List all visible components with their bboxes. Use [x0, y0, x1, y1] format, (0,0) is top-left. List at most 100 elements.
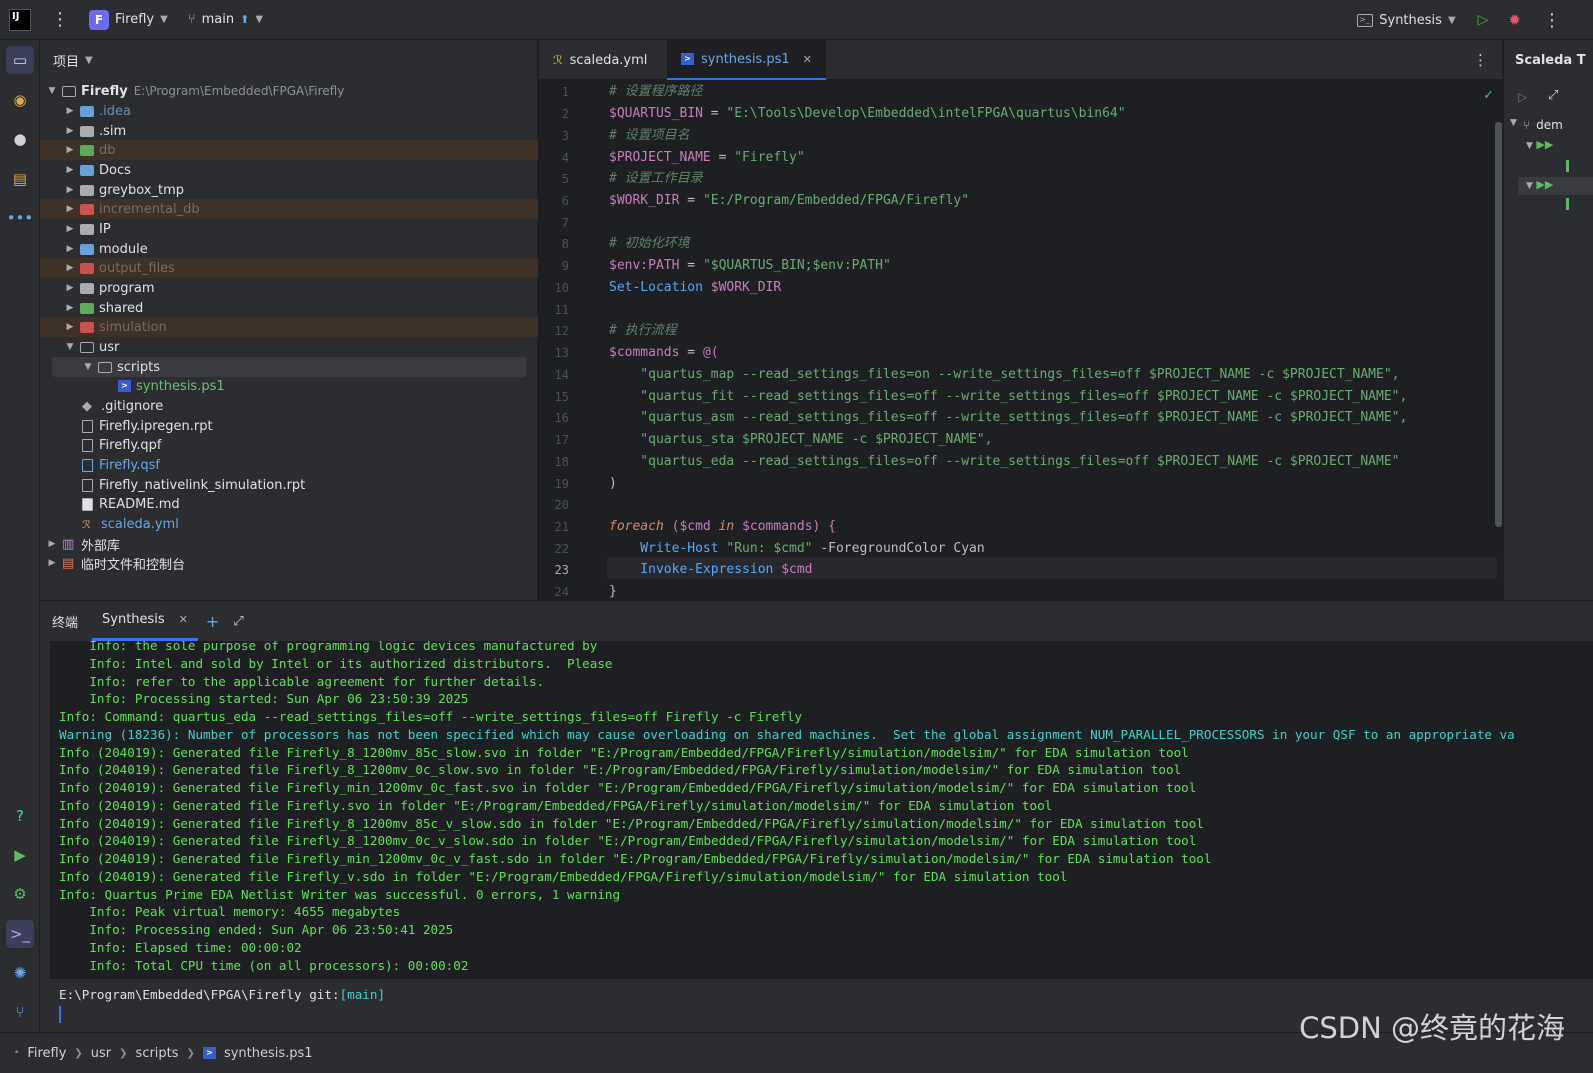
ide-logo-icon[interactable]: IJ: [9, 8, 31, 31]
folder-icon: [80, 144, 94, 156]
chevron-right-icon[interactable]: ▶: [64, 145, 76, 155]
tree-item-docs[interactable]: ▶ Docs: [40, 160, 538, 180]
terminal-line: Info: Processing ended: Sun Apr 06 23:50…: [59, 922, 454, 937]
chevron-down-icon[interactable]: ▼: [46, 86, 58, 96]
help-icon[interactable]: ?: [6, 802, 34, 830]
tree-item-module[interactable]: ▶ module: [40, 239, 538, 259]
project-panel-header[interactable]: 项目 ▼: [40, 40, 537, 80]
no-problems-check-icon[interactable]: ✓: [1483, 88, 1494, 103]
run-task-icon[interactable]: ▷: [1518, 90, 1527, 104]
tab-scaleda-yml[interactable]: ℛ scaleda.yml: [539, 40, 667, 80]
debug-icon[interactable]: ✹: [1508, 11, 1521, 29]
chevron-right-icon[interactable]: ▶: [64, 165, 76, 175]
chevron-down-icon[interactable]: ▼: [82, 362, 94, 372]
tree-item-qsf[interactable]: Firefly.qsf: [40, 455, 538, 475]
tree-item-readme[interactable]: README.md: [40, 494, 538, 514]
tree-item-scratches[interactable]: ▶ ▤ 临时文件和控制台: [40, 553, 538, 573]
push-arrow-icon: ⬆: [240, 13, 250, 26]
tree-item-sim[interactable]: ▶ .sim: [40, 121, 538, 141]
terminal-line: Info: Quartus Prime EDA Netlist Writer w…: [59, 886, 621, 902]
folder-icon: [80, 282, 94, 294]
chevron-right-icon[interactable]: ▶: [64, 283, 76, 293]
chevron-right-icon[interactable]: ▶: [64, 126, 76, 136]
more-tools-icon[interactable]: •••: [6, 204, 34, 232]
tab-synthesis-ps1[interactable]: > synthesis.ps1 ✕: [667, 40, 826, 80]
code-area[interactable]: # 设置程序路径 $QUARTUS_BIN = "E:\Tools\Develo…: [609, 80, 1489, 600]
tree-item-external-libs[interactable]: ▶ ▥ 外部库: [40, 534, 538, 554]
line-number: 19: [554, 477, 569, 491]
text-file-icon: [82, 478, 93, 492]
code-line: ): [609, 476, 617, 491]
tabs-more-icon[interactable]: ⋮: [1473, 51, 1488, 69]
settings-gear-icon[interactable]: ⚙: [6, 880, 34, 908]
terminal-line: Info (204019): Generated file Firefly_8_…: [59, 815, 1204, 831]
tree-item-ipregen-rpt[interactable]: Firefly.ipregen.rpt: [40, 416, 538, 436]
chevron-right-icon[interactable]: ▶: [64, 303, 76, 313]
chevron-right-icon[interactable]: ▶: [64, 263, 76, 273]
tree-item-shared[interactable]: ▶ shared: [40, 298, 538, 318]
editor-scrollbar[interactable]: [1495, 122, 1502, 527]
scaleda-task-2[interactable]: ▼ ▶▶: [1526, 178, 1553, 191]
tree-root[interactable]: ▼ Firefly E:\Program\Embedded\FPGA\Firef…: [40, 81, 538, 101]
tree-item-gitignore[interactable]: ◆ .gitignore: [40, 396, 538, 416]
tree-item-scripts[interactable]: ▼ scripts: [52, 357, 526, 377]
chevron-right-icon[interactable]: ▶: [64, 185, 76, 195]
close-icon[interactable]: ✕: [179, 613, 188, 626]
breadcrumb-item[interactable]: scripts: [136, 1046, 179, 1061]
run-icon[interactable]: ▷: [1478, 12, 1489, 28]
chevron-right-icon[interactable]: ▶: [64, 322, 76, 332]
breadcrumb-item[interactable]: usr: [91, 1046, 111, 1061]
problems-tool-icon[interactable]: ✺: [6, 959, 34, 987]
chevron-right-icon[interactable]: ▶: [64, 244, 76, 254]
breadcrumb-item[interactable]: Firefly: [27, 1046, 66, 1061]
tree-item-greybox[interactable]: ▶ greybox_tmp: [40, 180, 538, 200]
tree-item-synthesis-ps1[interactable]: > synthesis.ps1: [40, 376, 538, 396]
tree-item-qpf[interactable]: Firefly.qpf: [40, 435, 538, 455]
tree-item-idea[interactable]: ▶ .idea: [40, 101, 538, 121]
terminal-title: 终端: [52, 615, 79, 631]
run-config-selector[interactable]: >_ Synthesis ▼: [1357, 13, 1456, 28]
chevron-right-icon[interactable]: ▶: [64, 224, 76, 234]
github-icon[interactable]: ●: [6, 125, 34, 153]
chevron-right-icon[interactable]: ▶: [64, 106, 76, 116]
project-name: Firefly: [115, 12, 155, 27]
expand-icon[interactable]: ⤢: [1548, 88, 1558, 103]
chevron-right-icon[interactable]: ▶: [64, 204, 76, 214]
tree-item-db[interactable]: ▶ db: [40, 140, 538, 160]
terminal-tool-icon[interactable]: >_: [6, 920, 34, 948]
project-switcher[interactable]: F Firefly ▼: [89, 9, 168, 30]
more-actions-icon[interactable]: ⋮: [1543, 10, 1561, 31]
chevron-right-icon[interactable]: ▶: [46, 539, 58, 549]
tree-item-scaleda-yml[interactable]: ℛ scaleda.yml: [40, 514, 538, 534]
git-tool-icon[interactable]: ⑂: [6, 998, 34, 1026]
tree-item-ip[interactable]: ▶ IP: [40, 219, 538, 239]
tree-item-nativelink-rpt[interactable]: Firefly_nativelink_simulation.rpt: [40, 475, 538, 495]
scaleda-tree-root[interactable]: ▼ ⑂ dem: [1510, 118, 1563, 132]
tree-item-incremental-db[interactable]: ▶ incremental_db: [40, 199, 538, 219]
git-branch-icon: ⑂: [187, 12, 196, 27]
tree-item-usr[interactable]: ▼ usr: [40, 337, 538, 357]
main-menu-icon[interactable]: ⋮: [51, 10, 69, 29]
code-line: # 设置工作目录: [609, 171, 703, 186]
scaleda-task-1[interactable]: ▼ ▶▶: [1526, 138, 1553, 151]
chevron-right-icon[interactable]: ▶: [46, 558, 58, 568]
commit-tool-icon[interactable]: ◉: [6, 86, 34, 114]
project-tool-icon[interactable]: ▭: [6, 46, 34, 74]
tree-item-output-files[interactable]: ▶ output_files: [40, 258, 538, 278]
chevron-down-icon[interactable]: ▼: [64, 342, 76, 352]
breadcrumb-item[interactable]: synthesis.ps1: [224, 1046, 313, 1061]
tree-item-simulation[interactable]: ▶ simulation: [40, 317, 538, 337]
maximize-icon[interactable]: ⤢: [233, 614, 243, 629]
structure-tool-icon[interactable]: ▤: [6, 165, 34, 193]
tree-item-program[interactable]: ▶ program: [40, 278, 538, 298]
tool-window-strip: ▭ ◉ ● ▤ ••• ? ▶ ⚙ >_ ✺ ⑂: [0, 40, 40, 1050]
terminal-line: Info (204019): Generated file Firefly_mi…: [59, 780, 1197, 795]
close-icon[interactable]: ✕: [803, 53, 812, 66]
tab-synthesis-session[interactable]: Synthesis ✕: [92, 601, 198, 641]
branch-switcher[interactable]: ⑂ main ⬆ ▼: [188, 12, 263, 27]
line-number: 20: [554, 498, 569, 512]
new-tab-plus-icon[interactable]: +: [206, 612, 219, 631]
tree-item-label: .idea: [99, 103, 131, 119]
run-tool-icon[interactable]: ▶: [6, 841, 34, 869]
terminal-output[interactable]: Info: the sole purpose of programming lo…: [50, 641, 1593, 979]
